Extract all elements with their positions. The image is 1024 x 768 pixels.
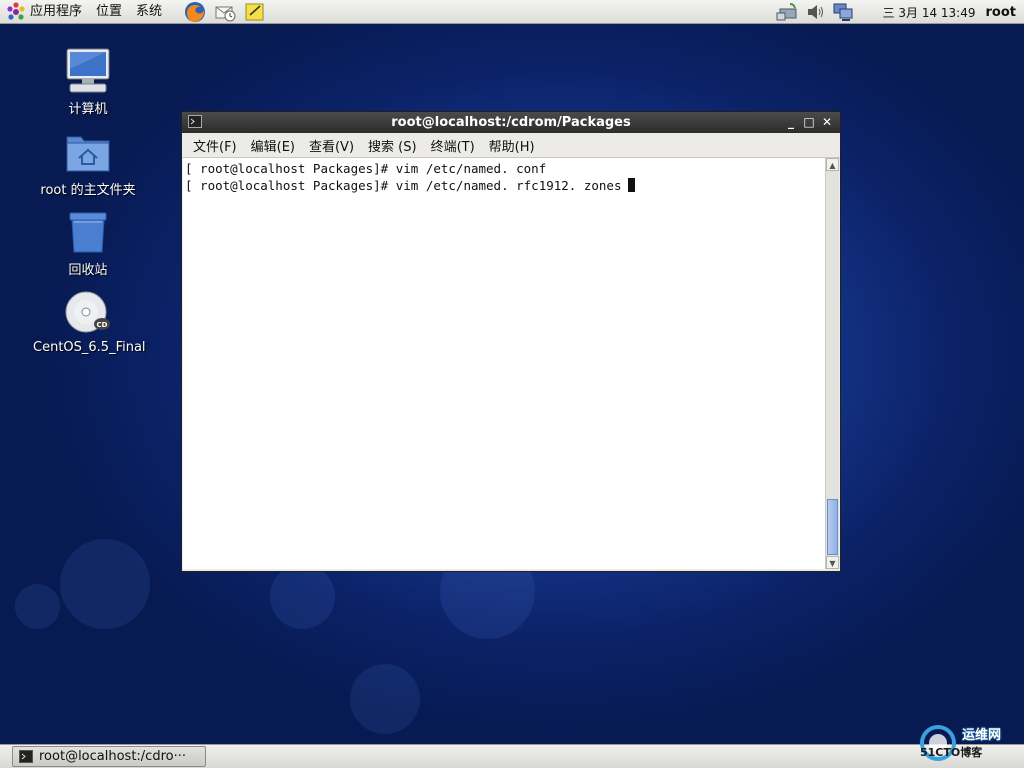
menu-search[interactable]: 搜索 (S) bbox=[361, 136, 424, 155]
desktop-icon-cd[interactable]: CD CentOS_6.5_Final bbox=[33, 288, 146, 355]
maximize-icon: □ bbox=[803, 115, 815, 129]
desktop-icon-label: 计算机 bbox=[68, 102, 108, 117]
desktop-icon-computer[interactable]: 计算机 bbox=[33, 46, 143, 117]
display-tray[interactable] bbox=[832, 1, 854, 23]
close-button[interactable]: ✕ bbox=[818, 114, 836, 131]
scroll-up-icon[interactable]: ▲ bbox=[826, 158, 839, 171]
desktop-icon-label: 回收站 bbox=[68, 263, 108, 278]
desktop-icon-trash[interactable]: 回收站 bbox=[33, 207, 143, 278]
top-panel: 应用程序 位置 系统 三 3月 14 13:49 root bbox=[0, 0, 1024, 24]
menu-file[interactable]: 文件(F) bbox=[186, 136, 244, 155]
bottom-panel: root@localhost:/cdro··· bbox=[0, 744, 1024, 768]
terminal-icon bbox=[19, 750, 33, 763]
taskbar-item-terminal[interactable]: root@localhost:/cdro··· bbox=[12, 746, 206, 767]
watermark-site: 运维网 bbox=[962, 728, 1002, 743]
panel-tray: 三 3月 14 13:49 root bbox=[773, 0, 1024, 24]
window-titlebar[interactable]: root@localhost:/cdrom/Packages _ □ ✕ bbox=[182, 112, 840, 133]
places-menu[interactable]: 位置 bbox=[89, 0, 129, 24]
gnome-foot-icon bbox=[7, 1, 25, 20]
terminal-output[interactable]: [ root@localhost Packages]# vim /etc/nam… bbox=[183, 158, 826, 569]
terminal-line-text: [ root@localhost Packages]# vim /etc/nam… bbox=[185, 178, 622, 193]
close-icon: ✕ bbox=[821, 115, 833, 129]
computer-icon bbox=[66, 48, 110, 93]
applications-label: 应用程序 bbox=[30, 3, 83, 19]
bg-bubble bbox=[350, 664, 420, 734]
display-icon bbox=[833, 3, 853, 21]
bg-bubble bbox=[60, 539, 150, 629]
terminal-line: [ root@localhost Packages]# vim /etc/nam… bbox=[185, 160, 826, 177]
network-icon bbox=[776, 3, 797, 21]
scroll-thumb[interactable] bbox=[827, 499, 838, 555]
terminal-line-text: [ root@localhost Packages]# vim /etc/nam… bbox=[185, 161, 547, 176]
desktop-icon-label: root 的主文件夹 bbox=[40, 183, 136, 198]
volume-icon bbox=[807, 5, 823, 19]
vertical-scrollbar[interactable]: ▲ ▼ bbox=[825, 158, 839, 569]
volume-tray[interactable] bbox=[804, 1, 826, 23]
text-cursor bbox=[627, 178, 635, 192]
firefox-icon bbox=[185, 1, 206, 22]
terminal-line: [ root@localhost Packages]# vim /etc/nam… bbox=[185, 177, 826, 194]
notes-icon bbox=[245, 3, 264, 20]
terminal-window: root@localhost:/cdrom/Packages _ □ ✕ 文件(… bbox=[181, 111, 841, 572]
menu-terminal[interactable]: 终端(T) bbox=[424, 136, 482, 155]
watermark-logo-text: 51CTO博客 bbox=[920, 746, 983, 759]
watermark: 运维网 51CTO博客 bbox=[918, 720, 1022, 766]
desktop-icon-label: CentOS_6.5_Final bbox=[33, 340, 146, 355]
svg-text:CD: CD bbox=[97, 321, 108, 329]
window-menubar: 文件(F) 编辑(E) 查看(V) 搜索 (S) 终端(T) 帮助(H) bbox=[182, 133, 840, 158]
menu-edit[interactable]: 编辑(E) bbox=[244, 136, 302, 155]
scroll-down-icon[interactable]: ▼ bbox=[826, 556, 839, 569]
mail-icon bbox=[215, 6, 236, 21]
applications-menu[interactable]: 应用程序 bbox=[0, 0, 89, 24]
network-tray[interactable] bbox=[776, 1, 798, 23]
maximize-button[interactable]: □ bbox=[800, 114, 818, 131]
menu-view[interactable]: 查看(V) bbox=[302, 136, 361, 155]
bg-bubble bbox=[15, 584, 60, 629]
taskbar-item-label: root@localhost:/cdro··· bbox=[39, 749, 186, 764]
terminal-icon bbox=[188, 115, 202, 128]
menu-help[interactable]: 帮助(H) bbox=[482, 136, 542, 155]
firefox-launcher[interactable] bbox=[183, 0, 207, 24]
bg-bubble bbox=[270, 564, 335, 629]
clock[interactable]: 三 3月 14 13:49 bbox=[883, 4, 976, 21]
minimize-button[interactable]: _ bbox=[782, 114, 800, 131]
trash-icon bbox=[69, 212, 107, 253]
desktop-icon-home[interactable]: root 的主文件夹 bbox=[33, 127, 143, 198]
cd-icon: CD bbox=[65, 291, 110, 333]
user-menu[interactable]: root bbox=[986, 5, 1017, 20]
mail-launcher[interactable] bbox=[213, 0, 237, 24]
window-title: root@localhost:/cdrom/Packages bbox=[391, 115, 631, 130]
system-menu[interactable]: 系统 bbox=[129, 0, 169, 24]
minimize-icon: _ bbox=[788, 115, 794, 129]
home-folder-icon bbox=[66, 136, 110, 172]
notes-launcher[interactable] bbox=[243, 0, 267, 24]
